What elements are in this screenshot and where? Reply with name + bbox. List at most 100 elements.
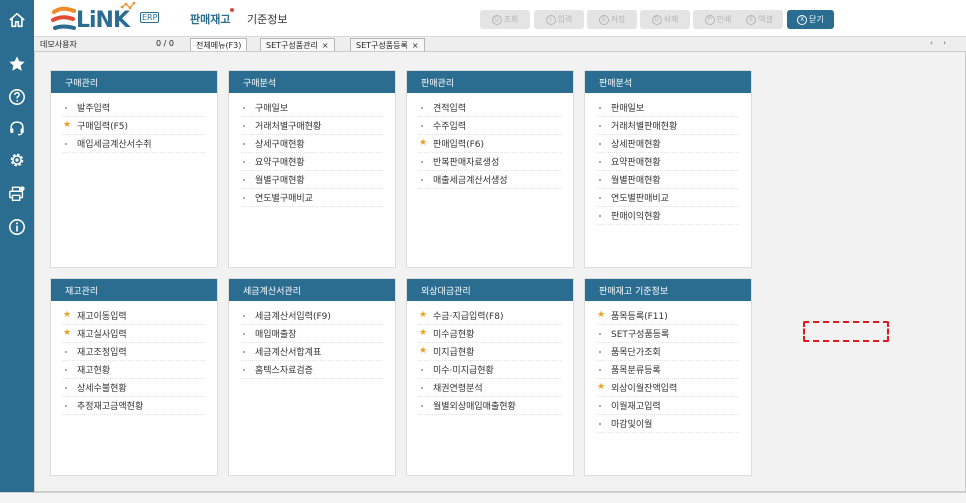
menu-item[interactable]: 채권연령분석 — [419, 379, 561, 397]
favorite-star-icon[interactable]: ★ — [597, 310, 605, 320]
tab-scroll-arrows[interactable]: ‹ › — [930, 39, 950, 47]
menu-item[interactable]: ★ 수금·지급입력(F8) — [419, 307, 561, 325]
info-icon[interactable] — [7, 217, 27, 237]
menu-item[interactable]: 월별구매현황 — [241, 171, 383, 189]
star-icon[interactable] — [7, 54, 27, 74]
favorite-star-icon[interactable]: ★ — [419, 328, 427, 338]
nav-sales-inventory[interactable]: 판매재고 — [190, 11, 230, 27]
menu-item-label: 거래처별구매현황 — [255, 122, 322, 132]
favorite-star-icon[interactable]: ★ — [597, 382, 605, 392]
bullet-icon — [599, 179, 601, 181]
menu-item-label: 상세수불현황 — [77, 384, 127, 394]
menu-item[interactable]: 견적입력 — [419, 99, 561, 117]
delete-button[interactable]: D 삭제 — [640, 10, 690, 29]
favorite-star-icon[interactable]: ★ — [419, 310, 427, 320]
menu-item[interactable]: 발주입력 — [63, 99, 205, 117]
menu-item[interactable]: ★ 미수금현황 — [419, 325, 561, 343]
gear-icon[interactable] — [7, 150, 27, 170]
menu-item[interactable]: 월별판매현황 — [597, 171, 739, 189]
left-sidebar — [0, 0, 34, 503]
menu-card: 판매분석 판매일보 거래처별판매현황 상세판매현황 요약판매현황 월별판매현황 연도별판매비… — [584, 70, 752, 268]
menu-card-title: 세금계산서관리 — [229, 279, 395, 301]
menu-item[interactable]: 판매이익현황 — [597, 207, 739, 225]
menu-item[interactable]: 판매일보 — [597, 99, 739, 117]
menu-item-label: 판매일보 — [611, 104, 645, 114]
tab-set-component-register[interactable]: SET구성품등록 × — [350, 38, 425, 51]
nav-master-data[interactable]: 기준정보 — [247, 11, 287, 27]
menu-item-label: 재고이동입력 — [77, 312, 127, 322]
close-button[interactable]: X 닫기 — [787, 10, 834, 29]
menu-item[interactable]: ★ 재고이동입력 — [63, 307, 205, 325]
menu-item-label: 재고조정입력 — [77, 348, 127, 358]
favorite-star-icon[interactable]: ★ — [63, 310, 71, 320]
menu-item-label: 요약구매현황 — [255, 158, 305, 168]
menu-item[interactable]: ★ 재고실사입력 — [63, 325, 205, 343]
menu-item[interactable]: 거래처별판매현황 — [597, 117, 739, 135]
menu-item[interactable]: 추정재고금액현황 — [63, 397, 205, 415]
menu-item[interactable]: ★ 외상이월잔액입력 — [597, 379, 739, 397]
favorite-star-icon[interactable]: ★ — [63, 120, 71, 130]
menu-item[interactable]: 재고현황 — [63, 361, 205, 379]
menu-item[interactable]: 매출세금계산서생성 — [419, 171, 561, 189]
menu-item-label: 연도별판매비교 — [611, 194, 669, 204]
menu-item[interactable]: 수주입력 — [419, 117, 561, 135]
tab-close-icon[interactable]: × — [412, 41, 419, 50]
menu-item[interactable]: 매입세금계산서수취 — [63, 135, 205, 153]
menu-item[interactable]: 상세구매현황 — [241, 135, 383, 153]
favorite-star-icon[interactable]: ★ — [419, 346, 427, 356]
favorite-star-icon[interactable]: ★ — [419, 138, 427, 148]
menu-item[interactable]: 월별외상매입매출현황 — [419, 397, 561, 415]
search-button[interactable]: Q 조회 — [480, 10, 530, 29]
menu-item[interactable]: 미수·미지급현황 — [419, 361, 561, 379]
home-icon[interactable] — [7, 10, 27, 30]
menu-item[interactable]: 세금계산서입력(F9) — [241, 307, 383, 325]
delete-button-icon: D — [651, 14, 662, 25]
logo-text: LiNK — [76, 8, 130, 33]
menu-item[interactable]: 품목분류등록 — [597, 361, 739, 379]
bullet-icon — [243, 125, 245, 127]
excel-button[interactable]: E 엑셀 — [736, 10, 783, 29]
save-button[interactable]: S 저장 — [587, 10, 637, 29]
menu-list: 발주입력 ★ 구매입력(F5) 매입세금계산서수취 — [51, 93, 217, 153]
search-button-icon: Q — [491, 14, 502, 25]
menu-item[interactable]: ★ 판매입력(F6) — [419, 135, 561, 153]
menu-item-label: 월별구매현황 — [255, 176, 305, 186]
bullet-icon — [421, 179, 423, 181]
favorite-star-icon[interactable]: ★ — [63, 328, 71, 338]
menu-item-label: 매입매출장 — [255, 330, 297, 340]
menu-item[interactable]: 상세판매현황 — [597, 135, 739, 153]
menu-item[interactable]: 요약구매현황 — [241, 153, 383, 171]
menu-item[interactable]: 연도별구매비교 — [241, 189, 383, 207]
menu-item[interactable]: ★ 품목등록(F11) — [597, 307, 739, 325]
input-button-label: 입력 — [557, 15, 573, 24]
tab-close-icon[interactable]: × — [322, 41, 329, 50]
help-icon[interactable] — [7, 87, 27, 107]
menu-item[interactable]: 구매일보 — [241, 99, 383, 117]
input-button[interactable]: I 입력 — [534, 10, 584, 29]
menu-item[interactable]: 홈텍스자료검증 — [241, 361, 383, 379]
menu-item[interactable]: 이월재고입력 — [597, 397, 739, 415]
menu-item[interactable]: 연도별판매비교 — [597, 189, 739, 207]
menu-item[interactable]: 상세수불현황 — [63, 379, 205, 397]
tab-all-menu[interactable]: 전체메뉴(F3) — [190, 38, 248, 51]
printer-icon[interactable] — [7, 184, 27, 204]
menu-item[interactable]: ★ 미지급현황 — [419, 343, 561, 361]
menu-item[interactable]: 거래처별구매현황 — [241, 117, 383, 135]
menu-item-label: 요약판매현황 — [611, 158, 661, 168]
menu-item-label: 재고실사입력 — [77, 330, 127, 340]
menu-item[interactable]: 반복판매자료생성 — [419, 153, 561, 171]
menu-item-label: 월별판매현황 — [611, 176, 661, 186]
menu-item[interactable]: SET구성품등록 — [597, 325, 739, 343]
menu-item[interactable]: 매입매출장 — [241, 325, 383, 343]
tab-set-component-manage[interactable]: SET구성품관리 × — [260, 38, 335, 51]
menu-item[interactable]: 세금계산서합계표 — [241, 343, 383, 361]
headset-icon[interactable] — [7, 118, 27, 138]
menu-item-label: 품목분류등록 — [611, 366, 661, 376]
menu-item-label: 홈텍스자료검증 — [255, 366, 313, 376]
menu-item[interactable]: ★ 구매입력(F5) — [63, 117, 205, 135]
menu-item[interactable]: 요약판매현황 — [597, 153, 739, 171]
menu-item[interactable]: 품목단가조회 — [597, 343, 739, 361]
menu-item[interactable]: 마감및이월 — [597, 415, 739, 433]
logo: LiNK ERP — [50, 1, 162, 35]
menu-item[interactable]: 재고조정입력 — [63, 343, 205, 361]
